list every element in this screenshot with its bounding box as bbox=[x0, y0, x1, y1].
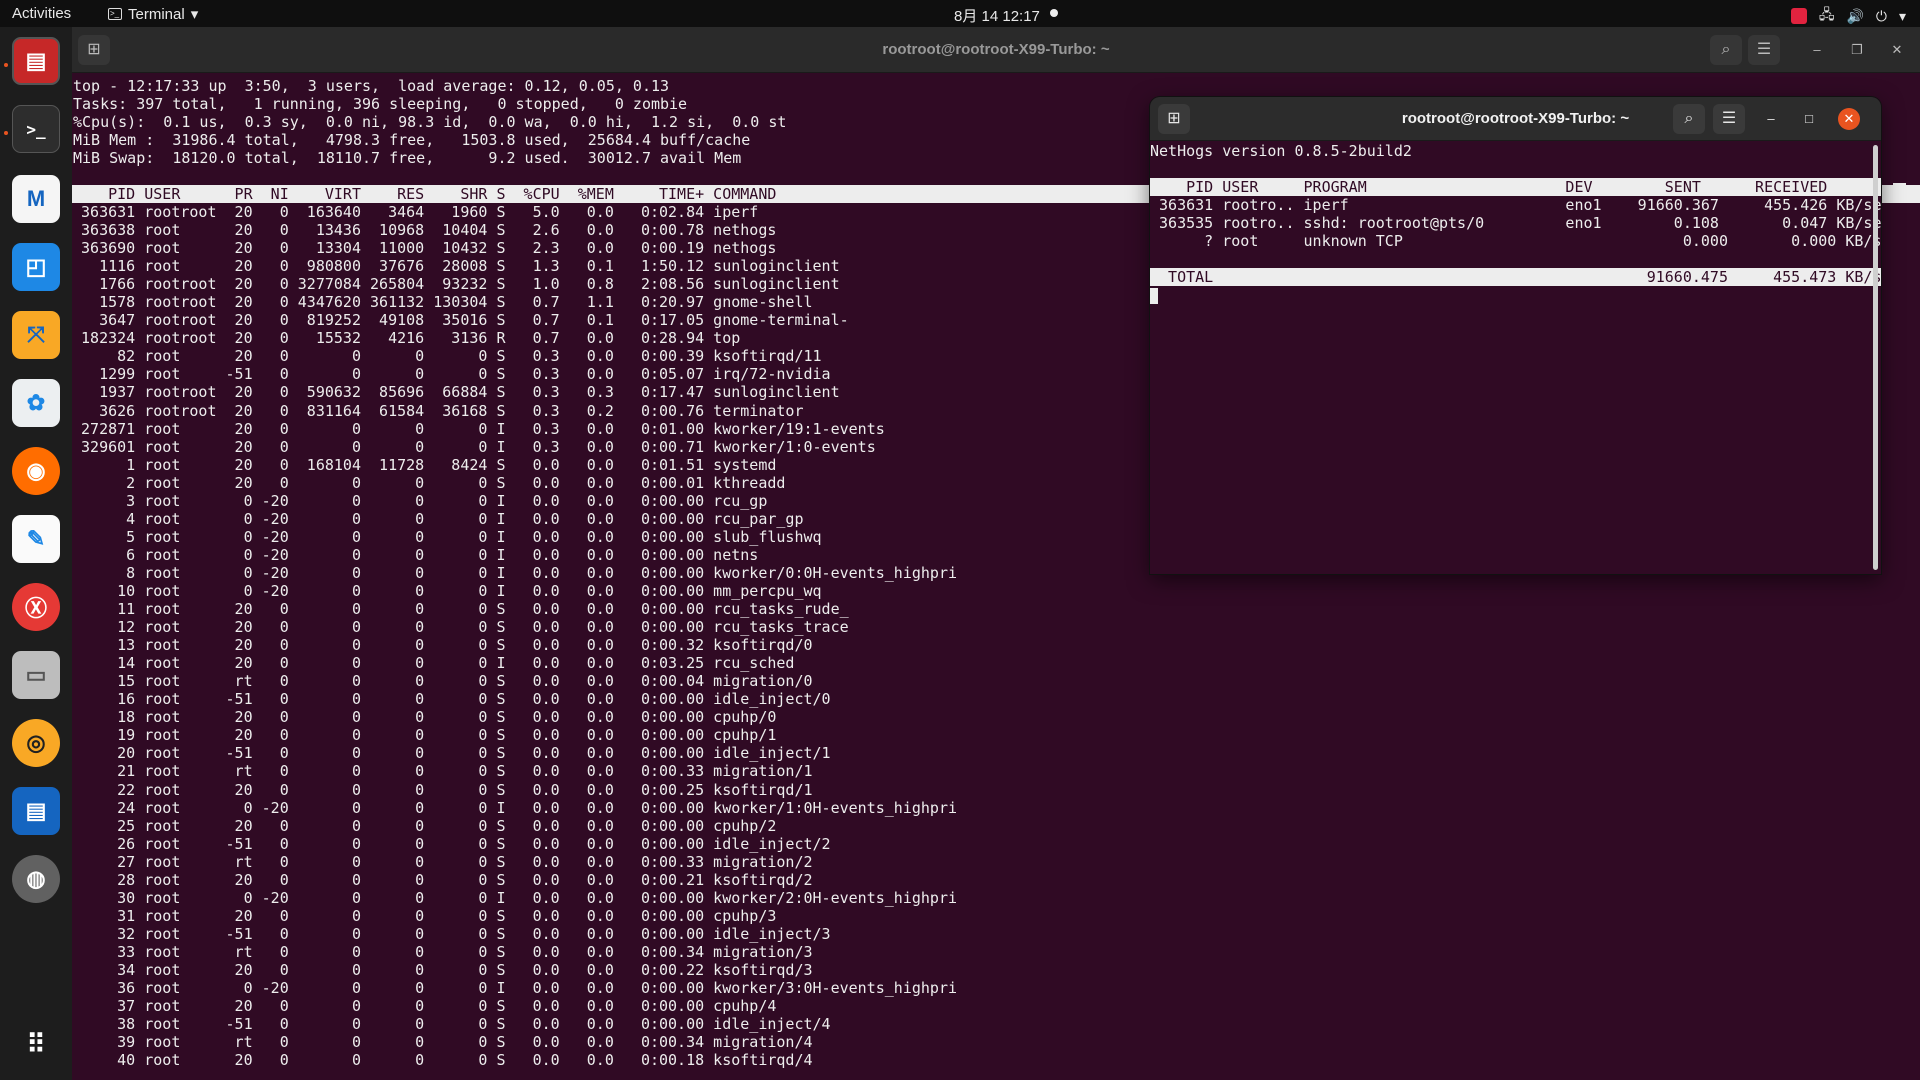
firefox-icon[interactable]: ◉ bbox=[12, 447, 60, 495]
search-button[interactable]: ⌕ bbox=[1673, 104, 1705, 134]
sunlogin-tray-icon[interactable] bbox=[1790, 8, 1807, 24]
restore-button[interactable]: ❐ bbox=[1846, 39, 1868, 61]
volume-icon: 🔊 bbox=[1846, 7, 1864, 24]
nethogs-total: TOTAL 91660.475 455.473 KB/sec bbox=[1150, 268, 1881, 286]
process-row: 27 root rt 0 0 0 0 S 0.0 0.0 0:00.33 mig… bbox=[72, 852, 813, 871]
process-row: 13 root 20 0 0 0 0 S 0.0 0.0 0:00.32 kso… bbox=[72, 636, 813, 655]
process-row: 26 root -51 0 0 0 0 S 0.0 0.0 0:00.00 id… bbox=[72, 834, 831, 853]
scrollbar[interactable] bbox=[1873, 145, 1878, 570]
process-row: 39 root rt 0 0 0 0 S 0.0 0.0 0:00.34 mig… bbox=[72, 1033, 813, 1052]
dock: ▤ >_ M ◰ ⤧ ✿ ◉ ✎ Ⓧ ▭ ◎ ▤ ◍ ⠿ bbox=[0, 27, 72, 1080]
text-cursor bbox=[1150, 287, 1158, 304]
rhythmbox-icon[interactable]: ◎ bbox=[12, 719, 60, 767]
process-row: 34 root 20 0 0 0 0 S 0.0 0.0 0:00.22 kso… bbox=[72, 960, 813, 979]
nethogs-version: NetHogs version 0.8.5-2build2 bbox=[1150, 142, 1412, 160]
files-icon[interactable]: ▭ bbox=[12, 651, 60, 699]
nethogs-terminal-window[interactable]: ⊞ rootroot@rootroot-X99-Turbo: ~ ⌕ ☰ – □… bbox=[1150, 97, 1881, 574]
minimize-button[interactable]: – bbox=[1806, 39, 1828, 61]
close-button[interactable]: ✕ bbox=[1886, 39, 1908, 61]
cursor-line bbox=[1150, 286, 1881, 304]
process-row: 28 root 20 0 0 0 0 S 0.0 0.0 0:00.21 kso… bbox=[72, 870, 813, 889]
sunlogin-icon[interactable]: ⤧ bbox=[12, 311, 60, 359]
main-terminal-title: rootroot@rootroot-X99-Turbo: ~ bbox=[882, 41, 1110, 58]
minimize-button[interactable]: – bbox=[1760, 108, 1782, 130]
process-row: 22 root 20 0 0 0 0 S 0.0 0.0 0:00.25 kso… bbox=[72, 780, 813, 799]
power-icon: ⏻ bbox=[1875, 7, 1887, 24]
nethogs-row: ? root unknown TCP 0.000 0.000 KB/sec bbox=[1150, 232, 1881, 250]
process-row: 18 root 20 0 0 0 0 S 0.0 0.0 0:00.00 cpu… bbox=[72, 708, 777, 727]
running-indicator bbox=[4, 131, 8, 135]
nethogs-row: 363535 rootro.. sshd: rootroot@pts/0 eno… bbox=[1150, 214, 1881, 232]
process-row: 24 root 0 -20 0 0 0 I 0.0 0.0 0:00.00 kw… bbox=[72, 798, 958, 817]
chevron-down-icon: ▾ bbox=[1898, 7, 1906, 24]
terminal-red-icon[interactable]: ▤ bbox=[12, 37, 60, 85]
process-row: 36 root 0 -20 0 0 0 I 0.0 0.0 0:00.00 kw… bbox=[72, 979, 958, 998]
gmail-icon[interactable]: M bbox=[12, 175, 60, 223]
system-tray[interactable]: 🖧 🔊 ⏻ ▾ bbox=[1790, 4, 1906, 28]
show-apps-icon[interactable]: ⠿ bbox=[12, 1020, 60, 1068]
nethogs-table-header: PID USER PROGRAM DEV SENT RECEIVED bbox=[1150, 178, 1881, 196]
process-row: 16 root -51 0 0 0 0 S 0.0 0.0 0:00.00 id… bbox=[72, 690, 831, 709]
close-button[interactable]: ✕ bbox=[1838, 108, 1860, 130]
process-row: 40 root 20 0 0 0 0 S 0.0 0.0 0:00.18 kso… bbox=[72, 1051, 813, 1070]
process-row: 20 root -51 0 0 0 0 S 0.0 0.0 0:00.00 id… bbox=[72, 744, 831, 763]
menu-button[interactable]: ☰ bbox=[1713, 104, 1745, 134]
terminal-icon: >_ bbox=[108, 8, 122, 20]
baidu-netdisk-icon[interactable]: ✿ bbox=[12, 379, 60, 427]
nethogs-output[interactable]: NetHogs version 0.8.5-2build2 PID USER P… bbox=[1150, 141, 1881, 574]
terminal-icon[interactable]: >_ bbox=[12, 105, 60, 153]
process-row: 25 root 20 0 0 0 0 S 0.0 0.0 0:00.00 cpu… bbox=[72, 816, 777, 835]
process-row: 37 root 20 0 0 0 0 S 0.0 0.0 0:00.00 cpu… bbox=[72, 997, 777, 1016]
text-editor-icon[interactable]: ✎ bbox=[12, 515, 60, 563]
running-indicator bbox=[4, 63, 8, 67]
clock[interactable]: 8月 14 12:17 bbox=[954, 5, 1040, 26]
remote-desktop-icon[interactable]: ◰ bbox=[12, 243, 60, 291]
process-row: 31 root 20 0 0 0 0 S 0.0 0.0 0:00.00 cpu… bbox=[72, 906, 777, 925]
app-menu[interactable]: >_ Terminal ▾ bbox=[108, 5, 198, 23]
activities-button[interactable]: Activities bbox=[12, 5, 71, 22]
process-row: 21 root rt 0 0 0 0 S 0.0 0.0 0:00.33 mig… bbox=[72, 762, 813, 781]
process-row: 38 root -51 0 0 0 0 S 0.0 0.0 0:00.00 id… bbox=[72, 1015, 831, 1034]
nethogs-row: 363631 rootro.. iperf eno1 91660.367 455… bbox=[1150, 196, 1881, 214]
process-row: 14 root 20 0 0 0 0 I 0.0 0.0 0:03.25 rcu… bbox=[72, 654, 795, 673]
app-red-icon[interactable]: Ⓧ bbox=[12, 583, 60, 631]
process-row: 15 root rt 0 0 0 0 S 0.0 0.0 0:00.04 mig… bbox=[72, 672, 813, 691]
chevron-down-icon: ▾ bbox=[190, 6, 199, 23]
disc-icon[interactable]: ◍ bbox=[12, 855, 60, 903]
process-row: 33 root rt 0 0 0 0 S 0.0 0.0 0:00.34 mig… bbox=[72, 942, 813, 961]
menu-button[interactable]: ☰ bbox=[1748, 35, 1780, 65]
notification-dot-icon bbox=[1050, 9, 1058, 17]
search-button[interactable]: ⌕ bbox=[1710, 35, 1742, 65]
process-row: 32 root -51 0 0 0 0 S 0.0 0.0 0:00.00 id… bbox=[72, 924, 831, 943]
top-bar: Activities >_ Terminal ▾ 8月 14 12:17 🖧 🔊… bbox=[0, 0, 1920, 27]
libreoffice-writer-icon[interactable]: ▤ bbox=[12, 787, 60, 835]
process-row: 19 root 20 0 0 0 0 S 0.0 0.0 0:00.00 cpu… bbox=[72, 726, 777, 745]
process-row: 11 root 20 0 0 0 0 S 0.0 0.0 0:00.00 rcu… bbox=[72, 600, 849, 619]
top-summary-line: top - 12:17:33 up 3:50, 3 users, load av… bbox=[73, 77, 670, 95]
nethogs-titlebar[interactable]: ⊞ rootroot@rootroot-X99-Turbo: ~ ⌕ ☰ – □… bbox=[1150, 97, 1881, 141]
network-icon: 🖧 bbox=[1818, 6, 1835, 22]
process-row: 30 root 0 -20 0 0 0 I 0.0 0.0 0:00.00 kw… bbox=[72, 888, 958, 907]
app-menu-label: Terminal bbox=[128, 5, 185, 23]
scrollbar[interactable] bbox=[1893, 183, 1906, 201]
main-terminal-titlebar[interactable]: ⊞ rootroot@rootroot-X99-Turbo: ~ ⌕ ☰ – ❐… bbox=[72, 27, 1920, 73]
maximize-button[interactable]: □ bbox=[1798, 108, 1820, 130]
process-row: 12 root 20 0 0 0 0 S 0.0 0.0 0:00.00 rcu… bbox=[72, 618, 849, 637]
process-row: 10 root 0 -20 0 0 0 I 0.0 0.0 0:00.00 mm… bbox=[72, 581, 822, 600]
